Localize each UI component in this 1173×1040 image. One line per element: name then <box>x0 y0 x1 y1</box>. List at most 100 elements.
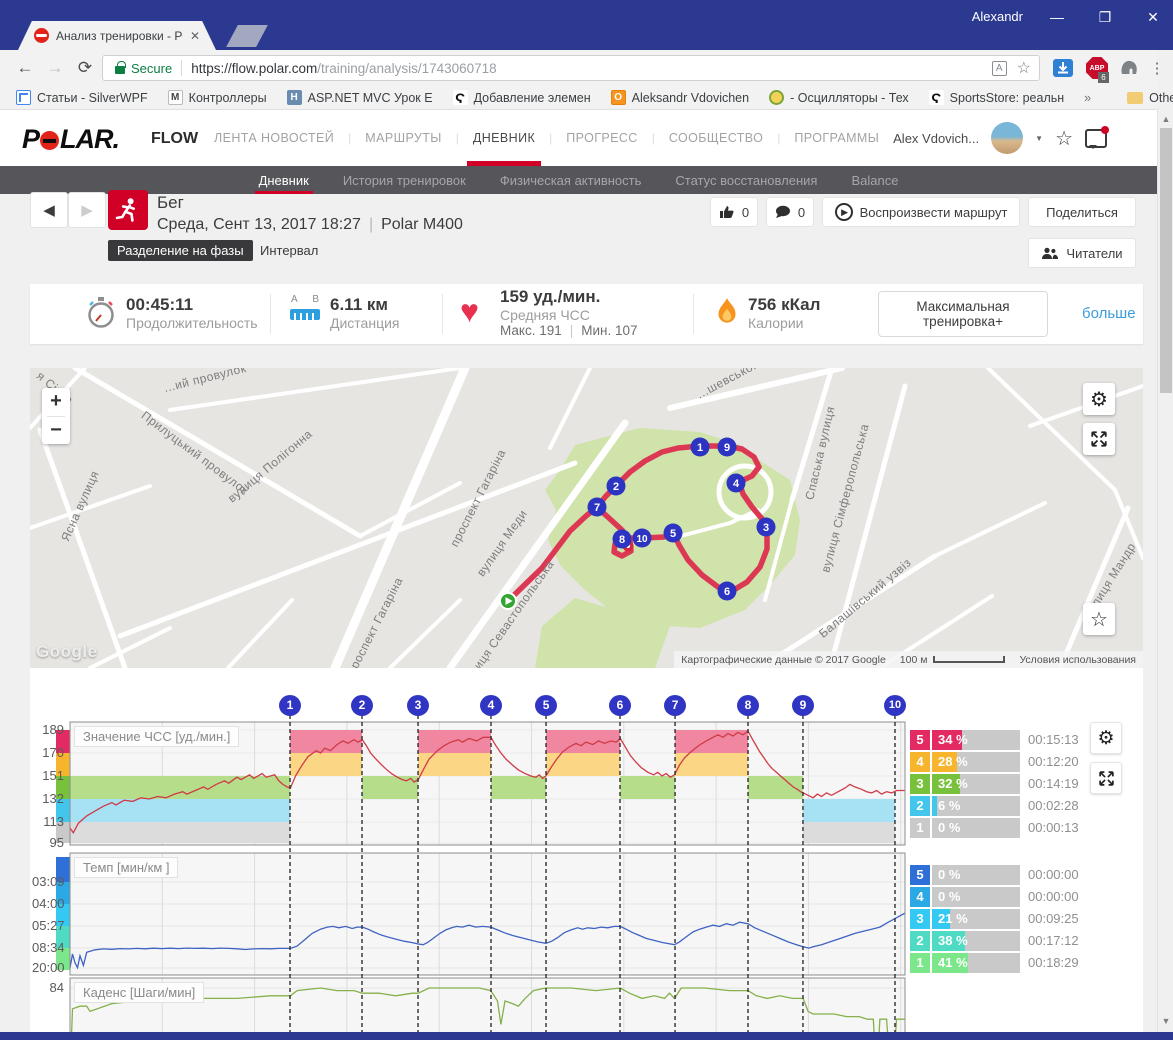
nav-feed[interactable]: ЛЕНТА НОВОСТЕЙ <box>200 110 348 166</box>
scroll-down-arrow[interactable]: ▼ <box>1160 1015 1172 1027</box>
zone-row: 1 0 % 00:00:13 <box>910 818 1150 838</box>
address-bar[interactable]: Secure https://flow.polar.com /training/… <box>102 55 1040 81</box>
subnav-balance[interactable]: Balance <box>851 166 898 194</box>
subnav-training-history[interactable]: История тренировок <box>343 166 466 194</box>
bookmark-item[interactable]: Ϛ Добавление элемен <box>445 90 599 106</box>
route-phase-marker: 6 <box>717 581 737 601</box>
chrome-menu-icon[interactable]: ⋮ <box>1146 55 1168 81</box>
y-axis-tick: 20:00 <box>32 960 65 975</box>
map-zoom-control[interactable]: + − <box>42 388 70 444</box>
more-link[interactable]: больше <box>1082 305 1136 322</box>
followers-button[interactable]: Читатели <box>1028 238 1136 268</box>
y-axis-tick: 04:00 <box>32 896 65 911</box>
route-phase-marker: 2 <box>606 476 626 496</box>
subnav-activity[interactable]: Физическая активность <box>500 166 642 194</box>
chrome-profile-name[interactable]: Alexandr <box>972 9 1023 24</box>
adblock-badge: 6 <box>1098 72 1109 83</box>
user-name[interactable]: Alex Vdovich... <box>893 131 979 146</box>
map-terms-link[interactable]: Условия использования <box>1012 651 1143 668</box>
bookmark-item[interactable]: H ASP.NET MVC Урок Е <box>279 90 441 105</box>
zone-percent: 41 % <box>938 955 968 970</box>
page-scrollbar[interactable]: ▲ ▼ <box>1157 110 1173 1040</box>
training-benefit-button[interactable]: Максимальная тренировка+ <box>878 291 1048 337</box>
avatar[interactable] <box>991 122 1024 154</box>
forward-icon[interactable]: → <box>42 55 68 81</box>
nav-programs[interactable]: ПРОГРАММЫ <box>780 110 893 166</box>
notifications-chat-icon[interactable] <box>1085 125 1109 149</box>
map-attribution: Картографические данные © 2017 Google 10… <box>674 651 1143 668</box>
map-settings-button[interactable]: ⚙ <box>1083 383 1115 415</box>
zone-percent-bar: 6 % <box>932 796 1020 816</box>
zone-percent-bar: 32 % <box>932 774 1020 794</box>
tab-phases[interactable]: Разделение на фазы <box>108 240 253 261</box>
scrollbar-thumb[interactable] <box>1160 128 1172 393</box>
zone-time: 00:00:13 <box>1028 820 1079 835</box>
subnav-diary[interactable]: Дневник <box>254 166 314 194</box>
zone-number: 5 <box>910 730 930 750</box>
svg-text:7: 7 <box>594 502 600 514</box>
zoom-out-button[interactable]: − <box>42 417 70 445</box>
comment-button[interactable]: 0 <box>766 197 814 227</box>
reload-icon[interactable]: ⟳ <box>72 55 98 81</box>
download-extension-icon[interactable] <box>1052 57 1074 79</box>
bookmark-item[interactable]: - Осцилляторы - Тех <box>761 90 917 105</box>
svg-text:4: 4 <box>733 478 740 490</box>
map-fullscreen-button[interactable] <box>1083 423 1115 455</box>
chart-fullscreen-button[interactable] <box>1090 762 1122 794</box>
favorites-star-icon[interactable]: ☆ <box>1055 126 1073 151</box>
other-bookmarks-button[interactable]: Other bookmarks <box>1119 91 1173 105</box>
chart-settings-button[interactable]: ⚙ <box>1090 722 1122 754</box>
y-axis-tick: 170 <box>42 745 64 760</box>
prev-session-button[interactable]: ◀ <box>30 192 68 228</box>
zone-time: 00:18:29 <box>1028 955 1079 970</box>
window-titlebar: Alexandr — ❐ ✕ Анализ тренировки - Po ✕ <box>0 0 1173 50</box>
window-minimize-button[interactable]: — <box>1040 4 1074 30</box>
browser-toolbar: ← → ⟳ Secure https://flow.polar.com /tra… <box>0 50 1165 86</box>
zoom-in-button[interactable]: + <box>42 388 70 416</box>
tab-interval[interactable]: Интервал <box>260 243 318 258</box>
zone-number: 1 <box>910 953 930 973</box>
polar-favicon <box>34 28 49 43</box>
map-favorite-button[interactable]: ☆ <box>1083 603 1115 635</box>
evernote-icon[interactable] <box>1118 57 1140 79</box>
window-close-button[interactable]: ✕ <box>1136 4 1170 30</box>
bookmark-item[interactable]: Статьи - SilverWPF <box>8 90 156 105</box>
zone-time: 00:00:00 <box>1028 889 1079 904</box>
translate-icon[interactable]: A <box>991 60 1007 76</box>
nav-community[interactable]: СООБЩЕСТВО <box>655 110 777 166</box>
chevron-down-icon[interactable]: ▼ <box>1035 134 1043 143</box>
new-tab-button[interactable] <box>226 25 268 47</box>
zone-percent: 0 % <box>938 889 961 904</box>
y-axis-tick: 05:27 <box>32 918 65 933</box>
expand-icon <box>1091 431 1107 447</box>
bookmark-item[interactable]: M Контроллеры <box>160 90 275 105</box>
folder-icon <box>1127 91 1144 104</box>
bookmark-item[interactable]: Ϛ SportsStore: реальн <box>921 90 1073 106</box>
bookmark-item[interactable]: O Aleksandr Vdovichen <box>603 90 757 105</box>
nav-routes[interactable]: МАРШРУТЫ <box>351 110 455 166</box>
next-session-button[interactable]: ▶ <box>68 192 106 228</box>
share-button[interactable]: Поделиться <box>1028 197 1136 227</box>
window-maximize-button[interactable]: ❐ <box>1088 4 1122 30</box>
tab-close-icon[interactable]: ✕ <box>190 29 200 43</box>
bookmark-star-icon[interactable]: ☆ <box>1017 58 1031 78</box>
bookmarks-overflow-chevron[interactable]: » <box>1076 91 1099 105</box>
y-axis-tick: 132 <box>42 791 64 806</box>
flow-label[interactable]: FLOW <box>151 130 198 148</box>
polar-logo[interactable]: P LAR. <box>22 124 120 155</box>
main-nav: ЛЕНТА НОВОСТЕЙ | МАРШРУТЫ | ДНЕВНИК | ПР… <box>200 110 893 166</box>
like-button[interactable]: 0 <box>710 197 758 227</box>
subnav-recovery-status[interactable]: Статус восстановления <box>675 166 817 194</box>
browser-tab[interactable]: Анализ тренировки - Po ✕ <box>18 21 216 50</box>
scroll-up-arrow[interactable]: ▲ <box>1160 113 1172 125</box>
route-map[interactable]: 1 9 2 4 7 3 5 10 8 6 Прилуцький провулок ...ий про… <box>30 368 1143 668</box>
back-icon[interactable]: ← <box>12 55 38 81</box>
y-axis-tick: 113 <box>43 814 64 829</box>
play-route-button[interactable]: ▶ Воспроизвести маршрут <box>822 197 1020 227</box>
nav-diary[interactable]: ДНЕВНИК <box>459 110 549 166</box>
zone-number: 1 <box>910 818 930 838</box>
nav-progress[interactable]: ПРОГРЕСС <box>552 110 651 166</box>
zone-row: 2 6 % 00:02:28 <box>910 796 1150 816</box>
tab-title: Анализ тренировки - Po <box>56 28 183 43</box>
phase-number-badge: 6 <box>609 695 631 716</box>
